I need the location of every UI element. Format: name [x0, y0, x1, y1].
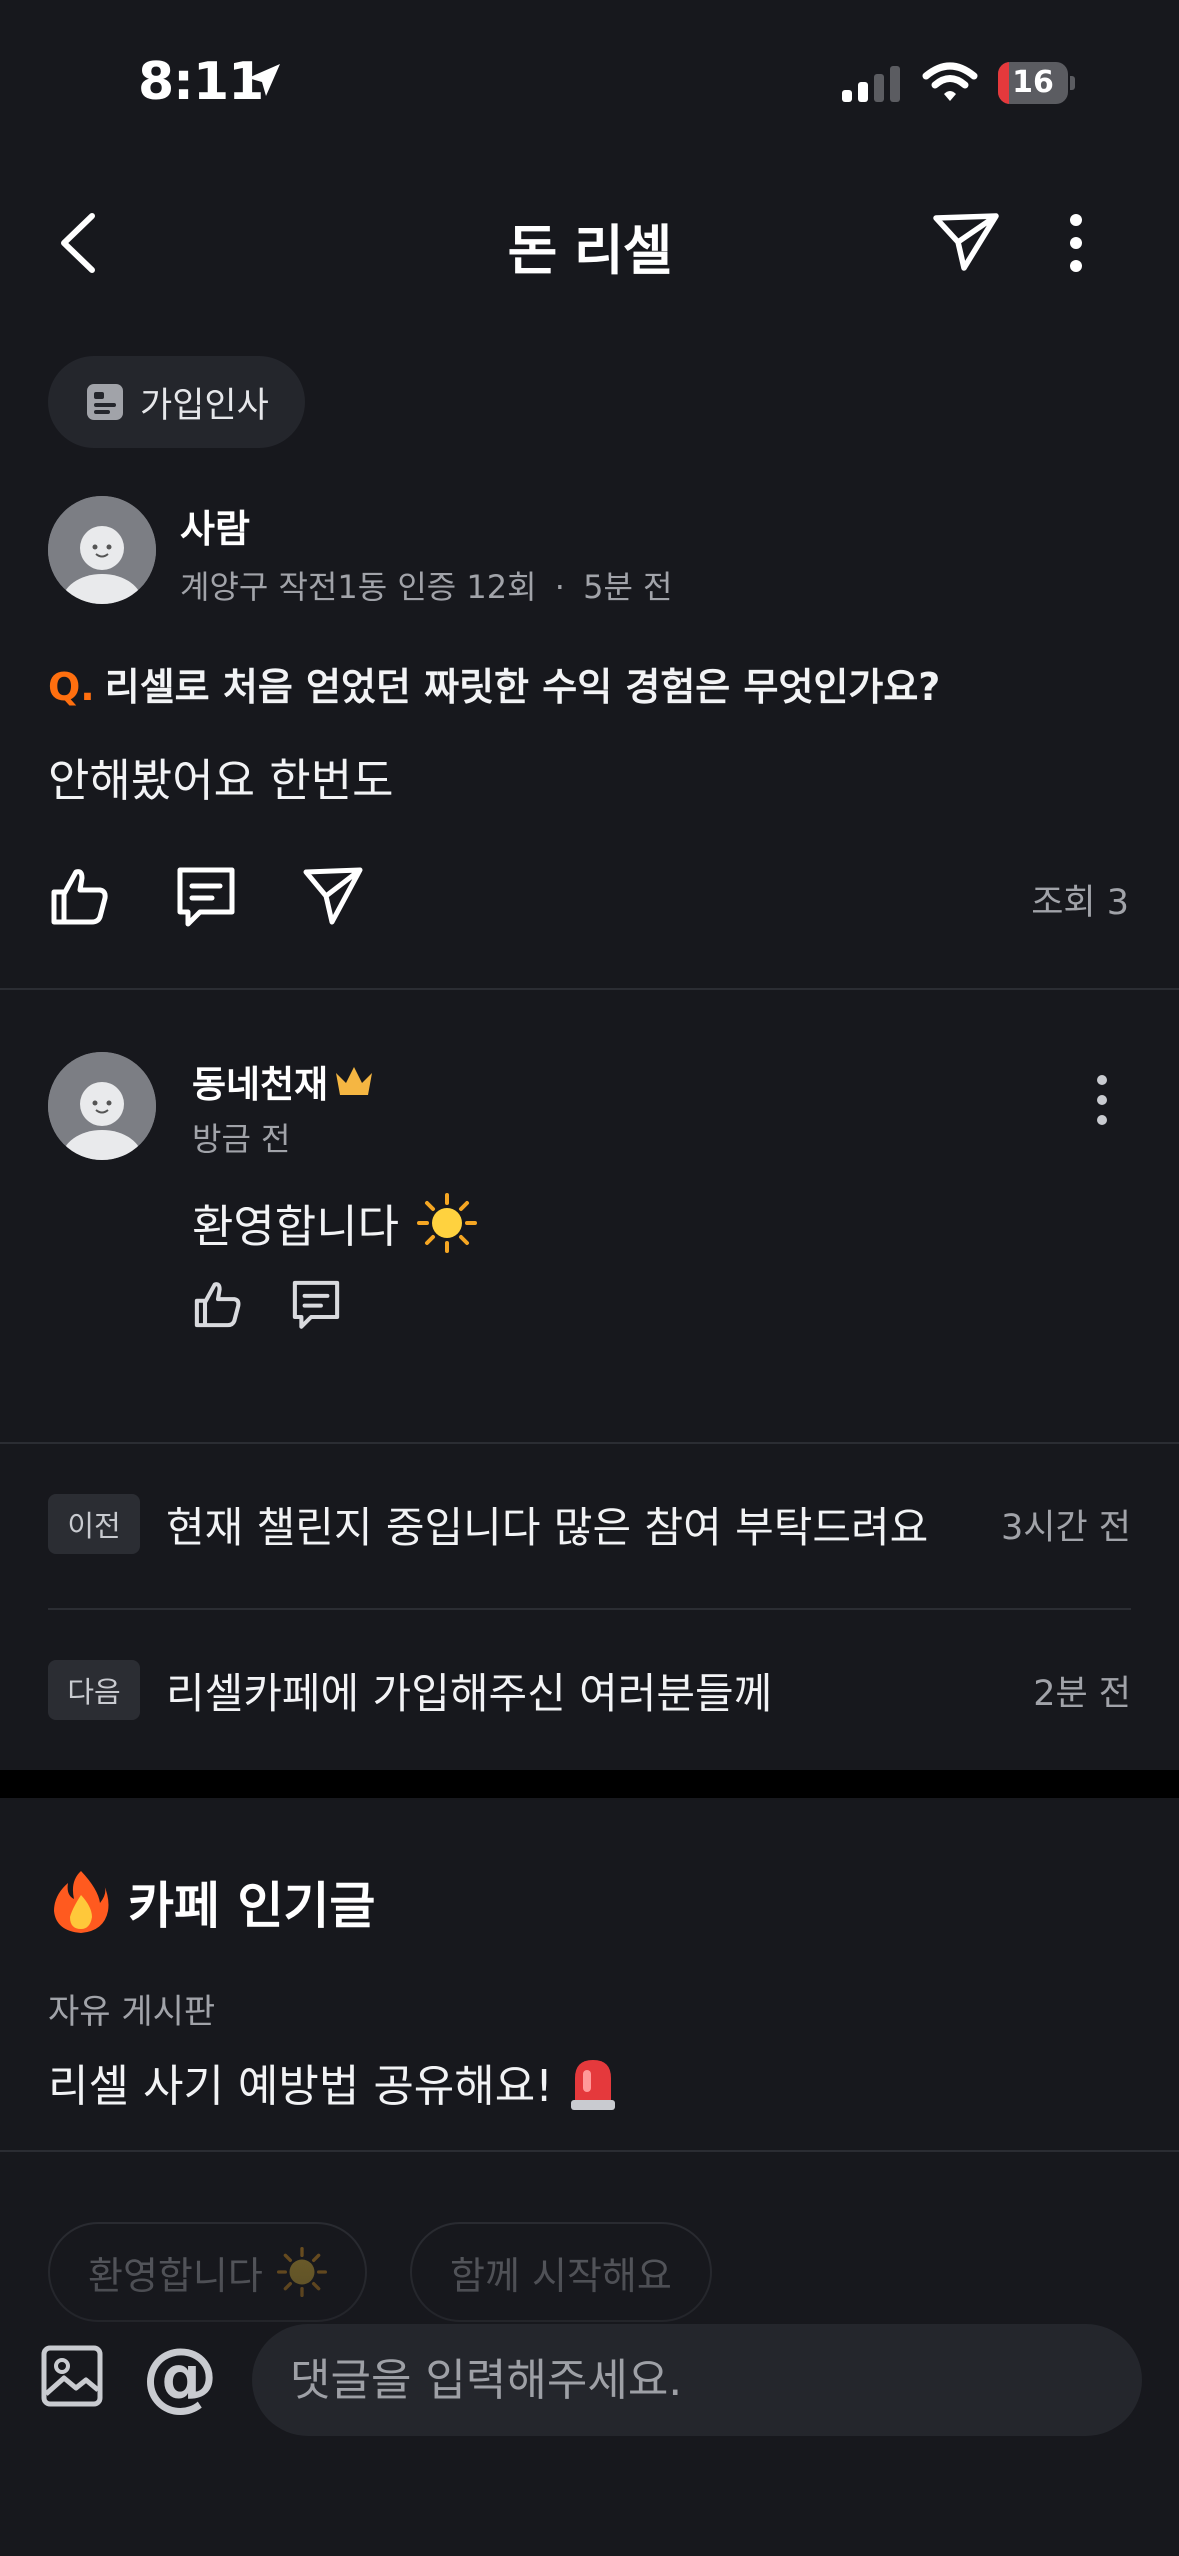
popular-title-text: 카페 인기글 [128, 1877, 376, 1935]
popular-board-name: 자유 게시판 [48, 1992, 216, 2032]
comment-input[interactable] [252, 2324, 1142, 2436]
prev-post-link[interactable]: 이전 현재 챌린지 중입니다 많은 참여 부탁드려요 3시간 전 [48, 1494, 1131, 1554]
thumbs-up-icon [51, 869, 108, 925]
quick-reply-chip[interactable]: 환영합니다 [48, 2222, 367, 2322]
post-question: Q. 리셀로 처음 얻었던 짜릿한 수익 경험은 무엇인가요? [48, 656, 940, 711]
siren-emoji-icon [570, 2060, 615, 2110]
comment-reply-button[interactable] [290, 1278, 342, 1330]
next-badge: 다음 [48, 1660, 140, 1720]
question-text: 리셀로 처음 얻었던 짜릿한 수익 경험은 무엇인가요? [104, 665, 941, 709]
share-post-button[interactable] [302, 866, 364, 926]
sun-emoji-icon [417, 1192, 478, 1253]
post-body: 안해봤어요 한번도 [48, 754, 394, 807]
post-time: 5분 전 [583, 568, 673, 606]
author-location: 계양구 작전1동 [180, 568, 388, 606]
question-marker: Q. [48, 665, 95, 709]
comment-button[interactable] [174, 864, 238, 928]
prev-badge: 이전 [48, 1494, 140, 1554]
section-separator [0, 1770, 1179, 1798]
quick-reply-label: 함께 시작해요 [450, 2253, 672, 2298]
comment-more-button[interactable] [1096, 1074, 1108, 1126]
attach-image-button[interactable] [40, 2344, 104, 2408]
comment-like-button[interactable] [192, 1278, 244, 1330]
comment-time: 방금 전 [192, 1120, 291, 1158]
quick-reply-chip[interactable]: 함께 시작해요 [410, 2222, 712, 2322]
author-avatar[interactable] [48, 496, 156, 604]
category-chip[interactable]: 가입인사 [48, 356, 305, 448]
next-post-link[interactable]: 다음 리셀카페에 가입해주신 여러분들께 2분 전 [48, 1660, 1131, 1720]
fire-emoji-icon [54, 1871, 109, 1933]
author-verification: 인증 12회 [397, 568, 537, 606]
comment-text-body: 환영합니다 [192, 1200, 400, 1253]
sun-emoji-icon [276, 2247, 327, 2297]
commenter-name-text: 동네천재 [192, 1063, 329, 1106]
divider [0, 2150, 1179, 2152]
prev-post-title: 현재 챌린지 중입니다 많은 참여 부탁드려요 [166, 1502, 929, 1552]
comment-icon [292, 1280, 340, 1329]
like-button[interactable] [48, 864, 112, 928]
divider [48, 1608, 1131, 1610]
board-icon [87, 384, 123, 420]
location-arrow-icon [244, 60, 284, 100]
next-post-time: 2분 전 [1033, 1673, 1131, 1714]
prev-post-time: 3시간 전 [1001, 1507, 1131, 1548]
comment-icon [177, 867, 235, 927]
mention-button[interactable]: @ [142, 2338, 218, 2414]
next-post-title: 리셀카페에 가입해주신 여러분들께 [166, 1668, 773, 1718]
author-name[interactable]: 사람 [180, 498, 250, 553]
meta-separator: · [554, 568, 565, 606]
popular-post-link[interactable]: 리셀 사기 예방법 공유해요! [48, 2050, 619, 2114]
image-icon [41, 2345, 103, 2407]
commenter-name[interactable]: 동네천재 [192, 1054, 376, 1108]
crown-icon [336, 1067, 373, 1095]
paper-plane-icon [303, 867, 363, 925]
category-label: 가입인사 [140, 385, 269, 426]
comment-text: 환영합니다 [192, 1190, 478, 1255]
commenter-avatar[interactable] [48, 1052, 156, 1160]
battery-level: 16 [1012, 65, 1054, 100]
thumbs-up-icon [194, 1282, 241, 1328]
wifi-icon [922, 62, 978, 104]
paper-plane-icon [933, 213, 999, 271]
more-options-button[interactable] [1056, 212, 1096, 274]
popular-post-title: 리셀 사기 예방법 공유해요! [48, 2061, 553, 2112]
quick-reply-label: 환영합니다 [88, 2253, 263, 2298]
share-button[interactable] [930, 210, 1002, 274]
cellular-signal-icon [842, 64, 904, 104]
divider [0, 988, 1179, 990]
battery-icon: 16 [998, 62, 1075, 104]
view-count: 조회 3 [1031, 883, 1129, 923]
author-meta: 계양구 작전1동 인증 12회 · 5분 전 [180, 562, 673, 608]
vertical-dots-icon [1070, 214, 1082, 272]
vertical-dots-icon [1097, 1075, 1107, 1125]
popular-section-title: 카페 인기글 [52, 1866, 375, 1938]
page-title: 돈 리셀 [507, 219, 673, 282]
divider [0, 1442, 1179, 1444]
